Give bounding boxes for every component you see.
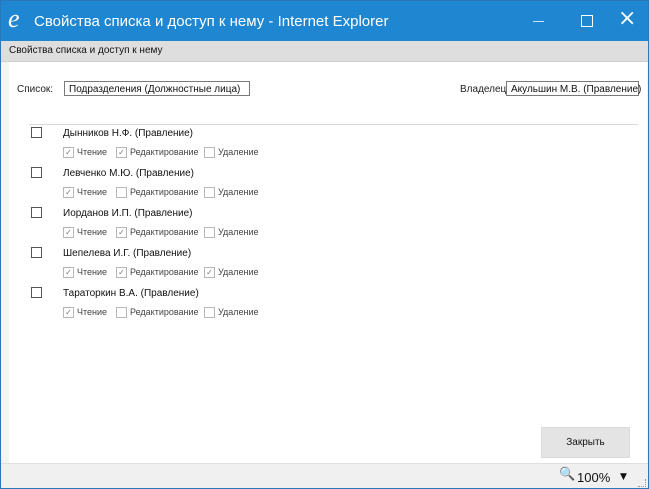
divider [29, 124, 638, 125]
user-row: Левченко М.Ю. (Правление) ✓ Чтение Редактир… [31, 167, 631, 203]
permission-read-label: Чтение [77, 307, 108, 317]
permission-delete-checkbox[interactable] [204, 147, 215, 158]
user-name: Шепелева И.Г. (Правление) [63, 248, 192, 259]
permission-read-label: Чтение [77, 227, 108, 237]
permission-edit-label: Редактирование [130, 187, 199, 197]
permission-delete-label: Удаление [218, 307, 259, 317]
permission-edit-label: Редактирование [130, 267, 199, 277]
zoom-icon: 🔍 [559, 467, 576, 482]
dialog-content: Список: Подразделения (Должностные лица)… [9, 62, 647, 463]
permission-delete-checkbox[interactable]: ✓ [204, 267, 215, 278]
user-name: Иорданов И.П. (Правление) [63, 208, 193, 219]
close-icon: × [618, 6, 637, 31]
user-name: Дынников Н.Ф. (Правление) [63, 128, 194, 139]
list-field[interactable]: Подразделения (Должностные лица) [64, 81, 250, 96]
user-row: Тараторкин В.А. (Правление) ✓ Чтение Редакт… [31, 287, 631, 323]
user-select-checkbox[interactable] [31, 127, 42, 138]
user-name: Левченко М.Ю. (Правление) [63, 168, 194, 179]
list-label: Список: [17, 84, 54, 95]
user-row: Дынников Н.Ф. (Правление) ✓ Чтение ✓ Редакти… [31, 127, 631, 163]
permission-read-checkbox[interactable]: ✓ [63, 187, 74, 198]
permission-delete-label: Удаление [218, 267, 259, 277]
permission-delete-checkbox[interactable] [204, 307, 215, 318]
permission-edit-label: Редактирование [130, 147, 199, 157]
permission-read-label: Чтение [77, 187, 108, 197]
permission-read-checkbox[interactable]: ✓ [63, 227, 74, 238]
permission-edit-checkbox[interactable]: ✓ [116, 227, 127, 238]
permission-read-label: Чтение [77, 147, 108, 157]
permission-edit-checkbox[interactable] [116, 307, 127, 318]
owner-field[interactable]: Акульшин М.В. (Правление) [506, 81, 641, 96]
maximize-button[interactable] [569, 7, 605, 35]
minimize-icon [533, 21, 544, 22]
user-select-checkbox[interactable] [31, 207, 42, 218]
permission-edit-label: Редактирование [130, 227, 199, 237]
permission-read-checkbox[interactable]: ✓ [63, 307, 74, 318]
close-button[interactable]: Закрыть [541, 427, 630, 458]
user-select-checkbox[interactable] [31, 167, 42, 178]
close-window-button[interactable]: × [610, 7, 646, 35]
resize-grip[interactable] [638, 479, 646, 487]
permission-delete-label: Удаление [218, 147, 259, 157]
window-title: Свойства списка и доступ к нему - Intern… [34, 13, 389, 30]
permission-edit-label: Редактирование [130, 307, 199, 317]
zoom-level: 100% [577, 470, 611, 485]
title-bar: e Свойства списка и доступ к нему - Inte… [1, 1, 648, 41]
permission-delete-label: Удаление [218, 187, 259, 197]
owner-label: Владелец: [460, 84, 510, 95]
user-select-checkbox[interactable] [31, 287, 42, 298]
minimize-button[interactable] [520, 7, 556, 35]
user-row: Иорданов И.П. (Правление) ✓ Чтение ✓ Редакти… [31, 207, 631, 243]
permission-edit-checkbox[interactable] [116, 187, 127, 198]
internet-explorer-icon: e [8, 4, 20, 33]
maximize-icon [581, 15, 593, 27]
dialog-title: Свойства списка и доступ к нему [9, 45, 163, 56]
status-bar: 🔍 100% ▼ [1, 463, 648, 488]
user-name: Тараторкин В.А. (Правление) [63, 288, 199, 299]
zoom-dropdown-icon[interactable]: ▼ [620, 472, 627, 482]
permission-read-label: Чтение [77, 267, 108, 277]
permission-delete-checkbox[interactable] [204, 187, 215, 198]
permission-read-checkbox[interactable]: ✓ [63, 267, 74, 278]
permission-edit-checkbox[interactable]: ✓ [116, 147, 127, 158]
user-select-checkbox[interactable] [31, 247, 42, 258]
permission-delete-label: Удаление [218, 227, 259, 237]
dialog-header: Свойства списка и доступ к нему [1, 41, 648, 62]
permission-read-checkbox[interactable]: ✓ [63, 147, 74, 158]
user-row: Шепелева И.Г. (Правление) ✓ Чтение ✓ Редакти… [31, 247, 631, 283]
browser-window: e Свойства списка и доступ к нему - Inte… [0, 0, 649, 489]
permission-delete-checkbox[interactable] [204, 227, 215, 238]
permission-edit-checkbox[interactable]: ✓ [116, 267, 127, 278]
